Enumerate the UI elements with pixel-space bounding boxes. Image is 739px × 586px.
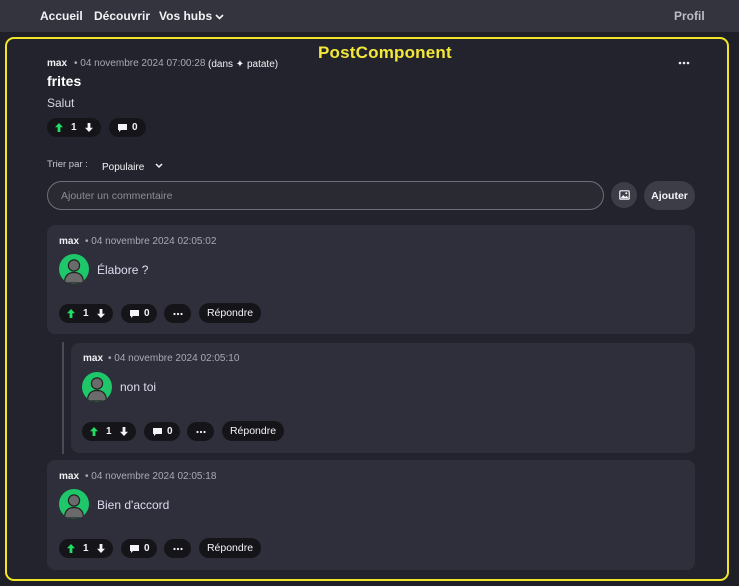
reply-button[interactable]: Répondre — [199, 538, 261, 558]
reply-button[interactable]: Répondre — [199, 303, 261, 323]
comment-date: • 04 novembre 2024 02:05:10 — [108, 353, 240, 364]
post-vote-group: 1 — [47, 118, 101, 137]
comment-vote-group: 1 — [59, 304, 113, 323]
comment-icon — [129, 544, 140, 554]
comment-author[interactable]: max — [59, 236, 79, 247]
avatar[interactable] — [59, 489, 89, 519]
comment-text: Bien d'accord — [97, 498, 170, 512]
post-date: • 04 novembre 2024 07:00:28 — [74, 58, 206, 69]
upvote-icon[interactable] — [66, 543, 76, 554]
post-comments-button[interactable]: 0 — [109, 118, 146, 137]
comment-count: 0 — [144, 543, 150, 554]
vote-count: 1 — [83, 308, 89, 319]
nav-discover-link[interactable]: Découvrir — [94, 9, 150, 23]
comment-icon — [129, 309, 140, 319]
downvote-icon[interactable] — [96, 308, 106, 319]
comment-icon — [152, 427, 163, 437]
upvote-icon[interactable] — [54, 122, 64, 133]
nav-hubs-label: Vos hubs — [159, 9, 213, 23]
post-body: Salut — [47, 96, 75, 110]
chevron-down-icon — [155, 163, 163, 168]
comment-text: Élabore ? — [97, 263, 149, 277]
reply-button[interactable]: Répondre — [222, 421, 284, 441]
comment-replies-button[interactable]: 0 — [121, 304, 157, 323]
upvote-icon[interactable] — [66, 308, 76, 319]
nav-home-link[interactable]: Accueil — [40, 9, 83, 23]
comment-more-button[interactable] — [164, 539, 191, 558]
downvote-icon[interactable] — [84, 122, 94, 133]
nav-hubs-dropdown[interactable]: Vos hubs — [159, 9, 224, 23]
comment-replies-button[interactable]: 0 — [144, 422, 180, 441]
comment-count: 0 — [167, 426, 173, 437]
comment-vote-group: 1 — [59, 539, 113, 558]
vote-count: 1 — [71, 122, 77, 133]
more-options-icon[interactable] — [678, 56, 690, 74]
comment-date: • 04 novembre 2024 02:05:02 — [85, 236, 217, 247]
comment-text: non toi — [120, 380, 157, 394]
add-comment-button[interactable]: Ajouter — [644, 181, 695, 210]
image-icon — [618, 190, 630, 200]
comment-input[interactable] — [47, 181, 604, 210]
comment-replies-button[interactable]: 0 — [121, 539, 157, 558]
comment-more-button[interactable] — [187, 422, 214, 441]
post-author[interactable]: max — [47, 58, 67, 69]
top-navbar: Accueil Découvrir Vos hubs Profil — [0, 0, 739, 32]
comment-icon — [117, 123, 128, 133]
sort-select[interactable]: Populaire — [102, 157, 163, 175]
thread-line — [62, 342, 64, 454]
post-hub[interactable]: (dans ✦ patate) — [208, 59, 278, 70]
sort-value: Populaire — [102, 162, 145, 173]
nav-profile-link[interactable]: Profil — [674, 9, 705, 23]
more-options-icon — [172, 547, 183, 550]
comment-author[interactable]: max — [59, 471, 79, 482]
comment-author[interactable]: max — [83, 353, 103, 364]
avatar[interactable] — [82, 372, 112, 402]
comment-count: 0 — [132, 122, 138, 133]
upvote-icon[interactable] — [89, 426, 99, 437]
post-title: frites — [47, 73, 82, 89]
vote-count: 1 — [83, 543, 89, 554]
avatar[interactable] — [59, 254, 89, 284]
comment-count: 0 — [144, 308, 150, 319]
more-options-icon — [172, 312, 183, 315]
comment-vote-group: 1 — [82, 422, 136, 441]
chevron-down-icon — [215, 14, 224, 20]
downvote-icon[interactable] — [96, 543, 106, 554]
sort-label: Trier par : — [47, 159, 88, 170]
attach-image-button[interactable] — [611, 182, 637, 208]
downvote-icon[interactable] — [119, 426, 129, 437]
comment-more-button[interactable] — [164, 304, 191, 323]
more-options-icon — [195, 430, 206, 433]
vote-count: 1 — [106, 426, 112, 437]
comment-date: • 04 novembre 2024 02:05:18 — [85, 471, 217, 482]
component-label: PostComponent — [318, 43, 452, 62]
